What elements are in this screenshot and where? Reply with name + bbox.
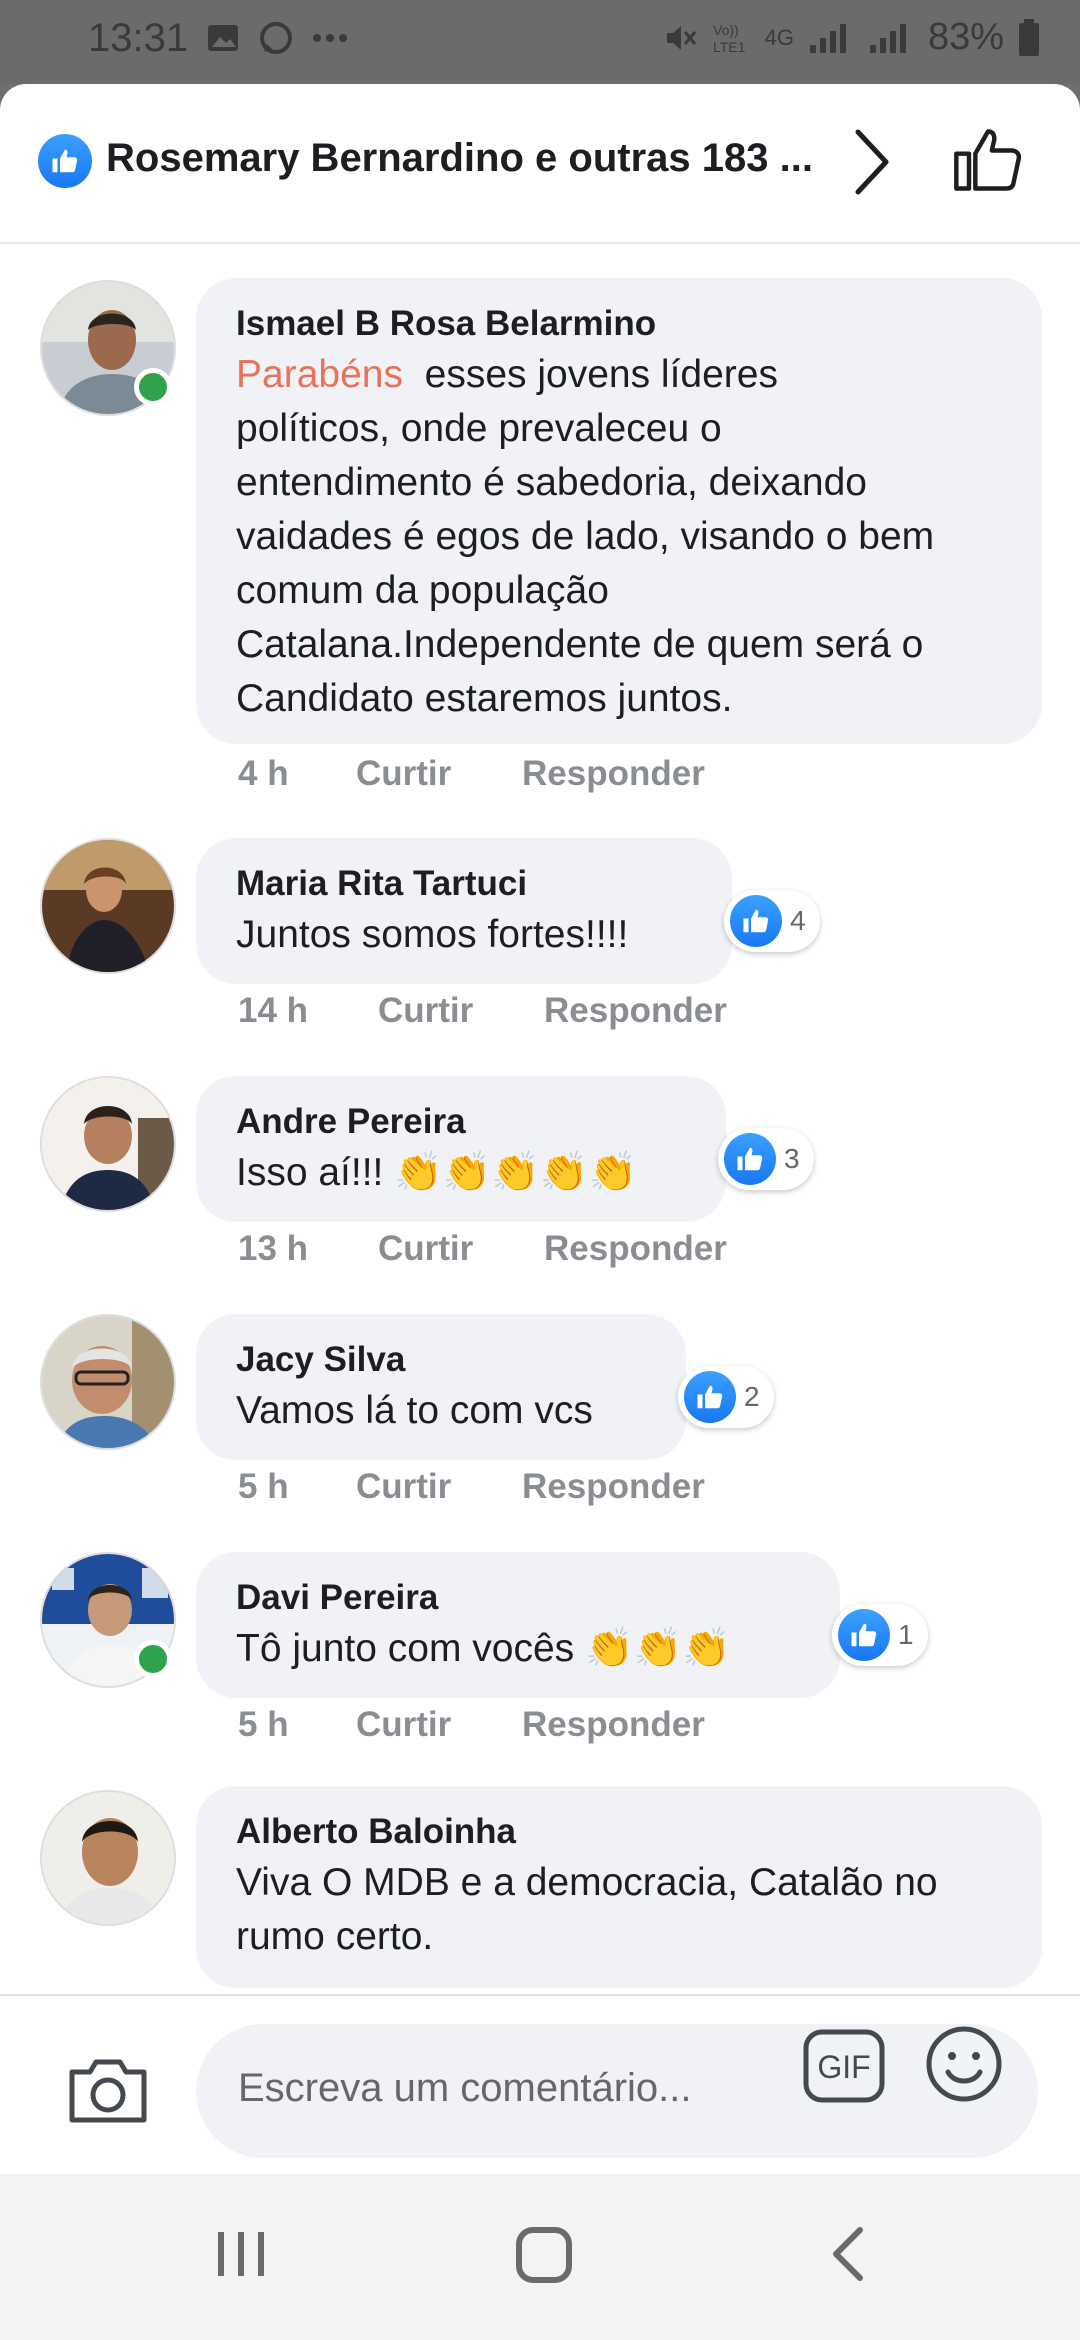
svg-text:LTE1: LTE1 [713, 39, 746, 55]
reaction-count-badge[interactable]: 4 [724, 890, 820, 952]
comment-time: 13 h [238, 1229, 309, 1268]
system-indicators: Vo)) LTE1 4G 83% [663, 16, 1040, 59]
emoji-icon[interactable] [924, 2024, 1004, 2104]
comment-author[interactable]: Jacy Silva [236, 1336, 646, 1384]
comment-meta: 13 h Curtir Responder [238, 1229, 727, 1269]
recent-apps-icon[interactable] [214, 2222, 268, 2286]
reaction-count: 2 [744, 1381, 760, 1412]
status-time: 13:31 [88, 16, 189, 60]
comment-bubble[interactable]: Maria Rita Tartuci Juntos somos fortes!!… [196, 838, 732, 984]
like-comment-link[interactable]: Curtir [356, 754, 522, 794]
reactions-comments-sheet: Rosemary Bernardino e outras 183 ... Ism… [0, 84, 1080, 2174]
svg-text:Vo)): Vo)) [713, 22, 739, 38]
tagged-word[interactable]: Parabéns [236, 353, 403, 396]
comment-bubble[interactable]: Jacy Silva Vamos lá to com vcs [196, 1314, 686, 1460]
like-reaction-icon [838, 1609, 890, 1661]
comment-text: Parabéns esses jovens líderes políticos,… [236, 353, 935, 720]
online-status-indicator [134, 368, 172, 406]
comment-author[interactable]: Ismael B Rosa Belarmino [236, 300, 1002, 348]
whatsapp-icon [260, 22, 292, 54]
avatar[interactable] [40, 1314, 176, 1450]
comment-text: Vamos lá to com vcs [236, 1389, 593, 1432]
android-navigation-bar [0, 2174, 1080, 2340]
comment-text: Viva O MDB e a democracia, Catalão no ru… [236, 1861, 938, 1958]
online-status-indicator [134, 1640, 172, 1678]
comment-text: Tô junto com vocês 👏👏👏 [236, 1627, 731, 1670]
comment-composer: Escreva um comentário... GIF [0, 1994, 1080, 2174]
comment-input-placeholder: Escreva um comentário... [238, 2066, 692, 2110]
reply-comment-link[interactable]: Responder [522, 1467, 705, 1507]
like-comment-link[interactable]: Curtir [378, 1229, 544, 1269]
like-reaction-icon [684, 1371, 736, 1423]
battery-percent: 83% [927, 16, 1004, 58]
comment-bubble[interactable]: Andre Pereira Isso aí!!! 👏👏👏👏👏 [196, 1076, 726, 1222]
reaction-count-badge[interactable]: 1 [832, 1604, 928, 1666]
reaction-count-badge[interactable]: 3 [718, 1128, 814, 1190]
reply-comment-link[interactable]: Responder [522, 754, 705, 794]
like-reaction-icon [38, 134, 92, 188]
notification-icons [206, 20, 348, 56]
comment-meta: 5 h Curtir Responder [238, 1467, 705, 1507]
svg-text:GIF: GIF [817, 2049, 870, 2085]
chevron-right-icon[interactable] [850, 124, 894, 200]
like-reaction-icon [730, 895, 782, 947]
comment-text: Juntos somos fortes!!!! [236, 913, 629, 956]
comment-meta: 5 h Curtir Responder [238, 1705, 705, 1745]
like-reaction-icon [724, 1133, 776, 1185]
comment-text: Isso aí!!! 👏👏👏👏👏 [236, 1151, 638, 1194]
reaction-count-badge[interactable]: 2 [678, 1366, 774, 1428]
comment-author[interactable]: Davi Pereira [236, 1574, 800, 1622]
avatar[interactable] [40, 1790, 176, 1926]
like-comment-link[interactable]: Curtir [378, 991, 544, 1031]
volte-icon: Vo))LTE1 [713, 22, 746, 55]
reaction-count: 4 [790, 905, 806, 936]
reaction-count: 3 [784, 1143, 800, 1174]
comment-author[interactable]: Andre Pereira [236, 1098, 686, 1146]
reply-comment-link[interactable]: Responder [544, 1229, 727, 1269]
status-bar: 13:31 Vo)) LTE1 4G 83% [0, 0, 1080, 84]
reply-comment-link[interactable]: Responder [522, 1705, 705, 1745]
signal-2-icon [869, 23, 906, 53]
network-type: 4G [764, 24, 794, 50]
comment-input[interactable]: Escreva um comentário... [196, 2024, 1038, 2158]
home-icon[interactable] [514, 2222, 574, 2286]
back-icon[interactable] [826, 2222, 870, 2286]
comment-time: 5 h [238, 1467, 289, 1506]
comment-meta: 14 h Curtir Responder [238, 991, 727, 1031]
comment-time: 5 h [238, 1705, 289, 1744]
camera-icon[interactable] [66, 2054, 150, 2126]
gif-icon[interactable]: GIF [802, 2028, 886, 2104]
gallery-icon [208, 25, 238, 51]
more-notifications-icon [313, 34, 347, 42]
avatar[interactable] [40, 1076, 176, 1212]
mute-icon [666, 25, 696, 50]
reaction-count: 1 [898, 1619, 914, 1650]
comment-bubble[interactable]: Alberto Baloinha Viva O MDB e a democrac… [196, 1786, 1042, 1988]
comment-time: 4 h [238, 754, 289, 793]
comment-meta: 4 h Curtir Responder [238, 754, 705, 794]
like-button-icon[interactable] [950, 122, 1026, 198]
battery-icon [1019, 18, 1039, 56]
comment-time: 14 h [238, 991, 309, 1030]
reply-comment-link[interactable]: Responder [544, 991, 727, 1031]
comment-bubble[interactable]: Davi Pereira Tô junto com vocês 👏👏👏 [196, 1552, 840, 1698]
avatar[interactable] [40, 838, 176, 974]
like-comment-link[interactable]: Curtir [356, 1705, 522, 1745]
comment-author[interactable]: Alberto Baloinha [236, 1808, 1002, 1856]
comment-bubble[interactable]: Ismael B Rosa Belarmino Parabéns esses j… [196, 278, 1042, 744]
sheet-header: Rosemary Bernardino e outras 183 ... [0, 84, 1080, 244]
like-comment-link[interactable]: Curtir [356, 1467, 522, 1507]
reactors-summary[interactable]: Rosemary Bernardino e outras 183 ... [106, 136, 813, 181]
signal-icon [809, 23, 846, 53]
comment-author[interactable]: Maria Rita Tartuci [236, 860, 692, 908]
